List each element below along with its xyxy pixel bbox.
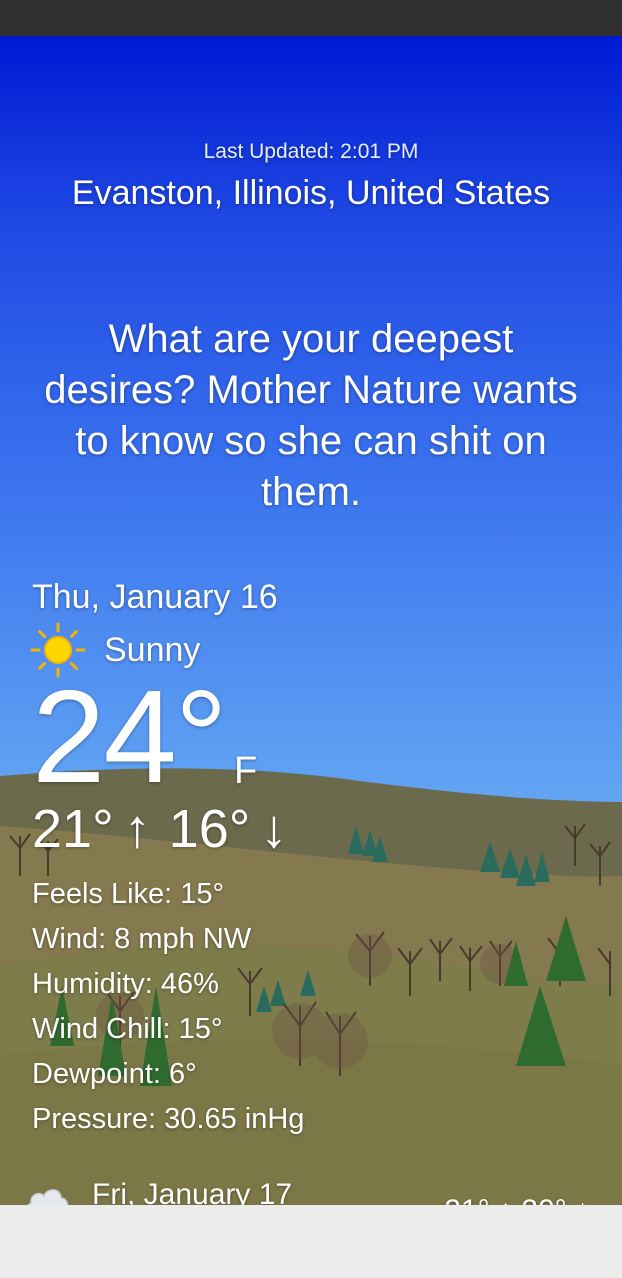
forecast-row[interactable]: Fri, January 17 21° ↑ 20° ↓	[0, 1174, 622, 1205]
pressure: Pressure: 30.65 inHg	[32, 1103, 305, 1135]
status-bar	[0, 0, 622, 36]
dewpoint: Dewpoint: 6°	[32, 1058, 197, 1090]
wind-chill: Wind Chill: 15°	[32, 1013, 223, 1045]
last-updated-label: Last Updated: 2:01 PM	[203, 140, 419, 163]
forecast-high-low: 21° ↑ 20° ↓	[444, 1194, 590, 1205]
weather-message: What are your deepest desires? Mother Na…	[44, 317, 578, 514]
weather-details: Feels Like: 15° Wind: 8 mph NW Humidity:…	[32, 872, 304, 1142]
weather-screen[interactable]: Last Updated: 2:01 PM Evanston, Illinois…	[0, 36, 622, 1205]
temperature-unit: F	[234, 750, 258, 792]
arrow-down-icon: ↓	[260, 799, 288, 859]
forecast-date: Fri, January 17	[92, 1178, 293, 1205]
bottom-bar	[0, 1205, 622, 1278]
high-low-row: 21° ↑ 16° ↓	[32, 798, 305, 860]
humidity: Humidity: 46%	[32, 968, 219, 1000]
today-date: Thu, January 16	[32, 578, 278, 616]
high-temperature: 21°	[32, 799, 114, 859]
feels-like: Feels Like: 15°	[32, 878, 225, 910]
location-title[interactable]: Evanston, Illinois, United States	[0, 174, 622, 213]
wind: Wind: 8 mph NW	[32, 923, 252, 955]
current-temperature: 24°	[32, 663, 228, 810]
arrow-up-icon: ↑	[123, 799, 151, 859]
low-temperature: 16°	[168, 799, 251, 859]
cloud-icon	[27, 1189, 69, 1205]
